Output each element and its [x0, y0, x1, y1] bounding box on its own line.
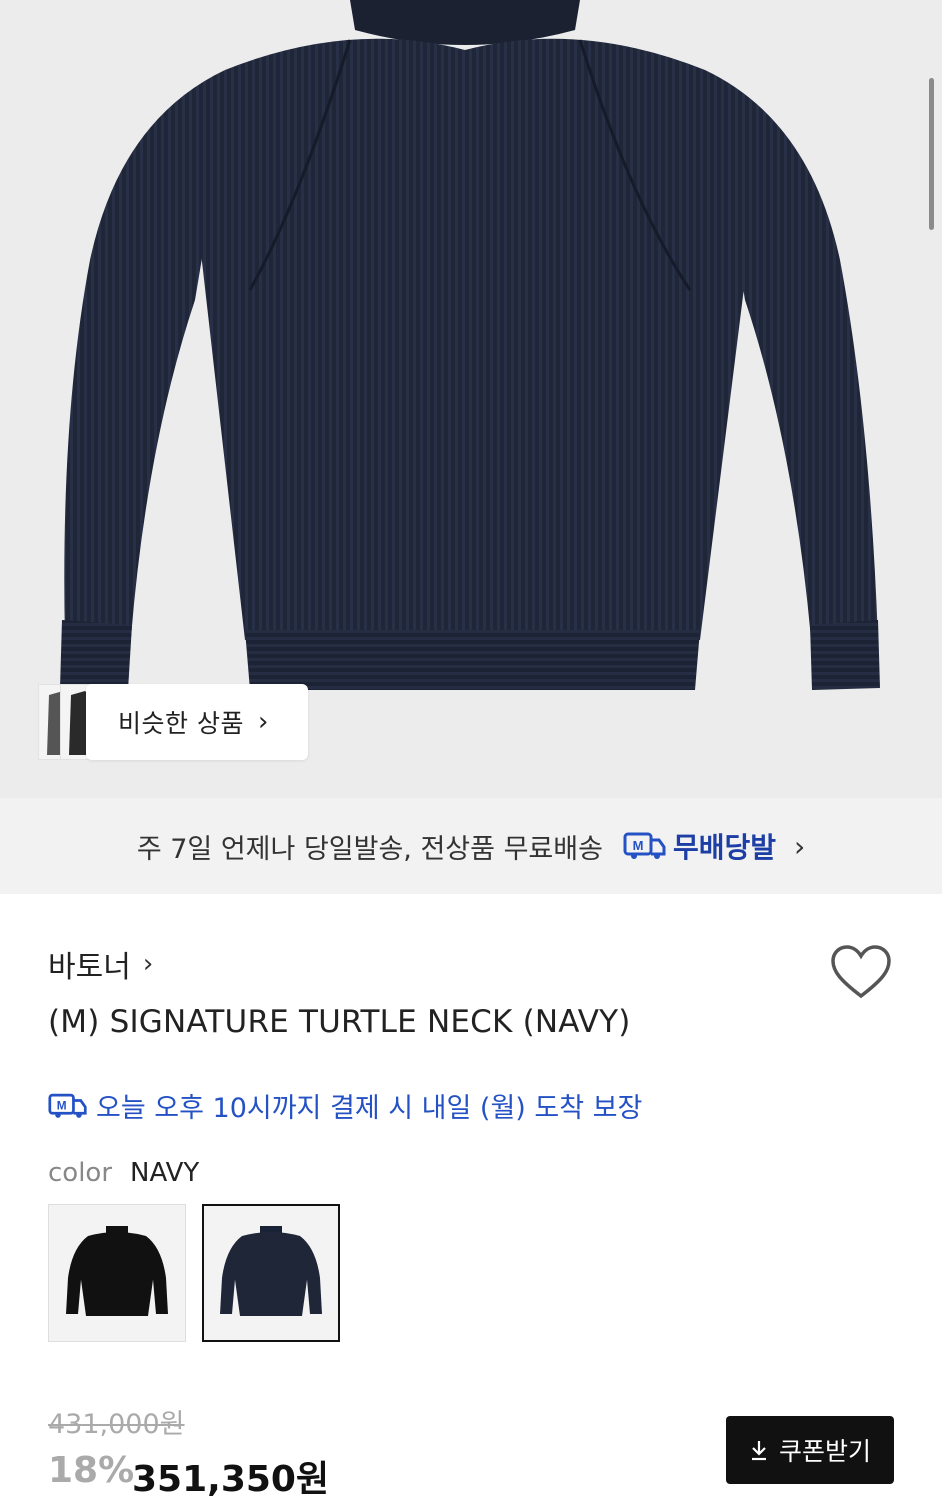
navy-sweater-thumbnail — [220, 1226, 322, 1316]
delivery-promise-text: 오늘 오후 10시까지 결제 시 내일 (월) 도착 보장 — [96, 1093, 643, 1124]
sweater-illustration — [60, 0, 880, 690]
banner-text: 주 7일 언제나 당일발송, 전상품 무료배송 — [136, 833, 603, 865]
heart-icon — [831, 945, 891, 999]
coupon-label: 쿠폰받기 — [778, 1437, 871, 1466]
free-delivery-badge: M 무배당발 — [623, 826, 776, 866]
color-swatch-navy[interactable] — [202, 1204, 340, 1342]
image-scroll-indicator — [929, 78, 934, 230]
similar-products-label: 비슷한 상품 — [118, 709, 244, 738]
color-value: NAVY — [130, 1158, 200, 1188]
svg-text:M: M — [633, 838, 644, 853]
similar-label-box: 비슷한 상품 › — [86, 684, 308, 760]
original-price: 431,000원 — [48, 1409, 185, 1440]
black-sweater-thumbnail — [66, 1226, 168, 1316]
color-label: color — [48, 1158, 113, 1188]
product-hero-image[interactable]: 비슷한 상품 › — [0, 0, 942, 798]
product-title: (M) SIGNATURE TURTLE NECK (NAVY) — [48, 1004, 631, 1040]
chevron-right-icon: › — [257, 707, 269, 737]
delivery-truck-icon: M — [623, 832, 666, 859]
discount-rate: 18% — [48, 1450, 135, 1491]
badge-label: 무배당발 — [672, 831, 776, 864]
wishlist-button[interactable] — [830, 944, 892, 1004]
brand-name: 바토너 — [48, 950, 131, 985]
chevron-right-icon: › — [793, 829, 806, 863]
similar-products-button[interactable]: 비슷한 상품 › — [38, 684, 308, 760]
delivery-promise: M 오늘 오후 10시까지 결제 시 내일 (월) 도착 보장 — [48, 1086, 642, 1125]
coupon-button[interactable]: 쿠폰받기 — [726, 1416, 894, 1484]
delivery-truck-icon: M — [48, 1093, 87, 1118]
color-selection-label: color NAVY — [48, 1158, 199, 1188]
svg-text:M: M — [57, 1098, 67, 1112]
color-swatch-black[interactable] — [48, 1204, 186, 1342]
delivery-banner[interactable]: 주 7일 언제나 당일발송, 전상품 무료배송 M 무배당발 › — [0, 798, 942, 894]
brand-link[interactable]: 바토너 › — [48, 942, 153, 986]
sale-price: 351,350원 — [132, 1459, 330, 1500]
download-icon — [751, 1441, 766, 1461]
chevron-right-icon: › — [142, 949, 154, 979]
